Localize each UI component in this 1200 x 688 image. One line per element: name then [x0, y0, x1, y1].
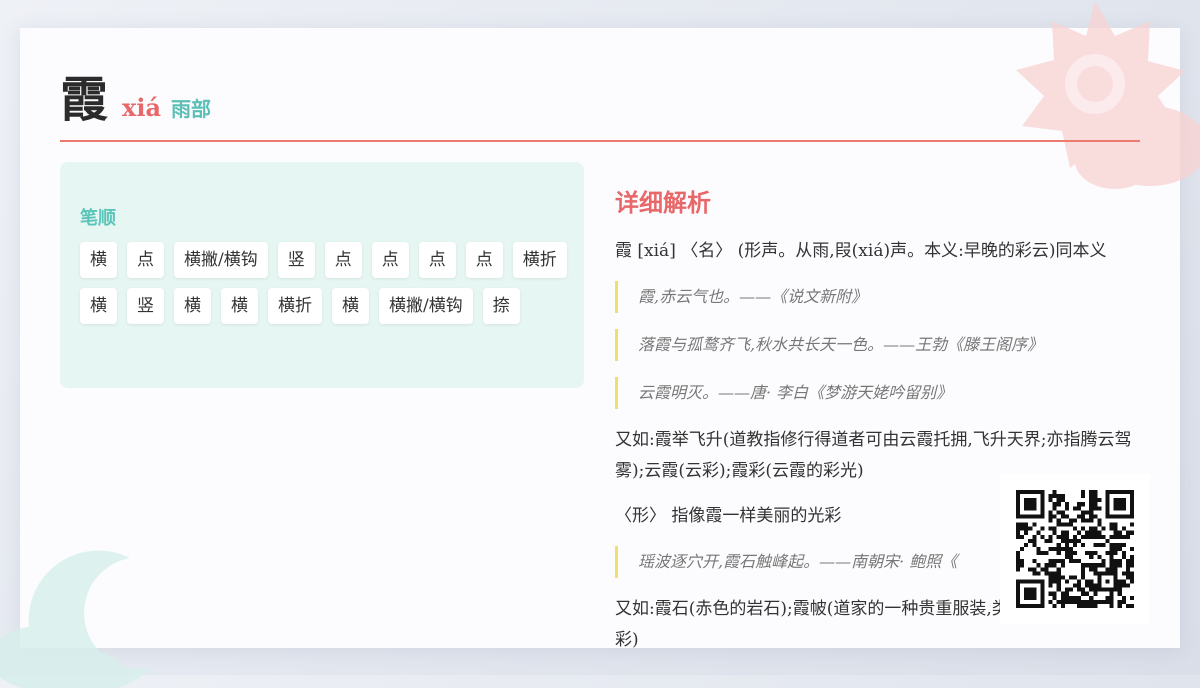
- stroke-chip: 竖: [277, 242, 315, 278]
- stroke-chip: 横折: [512, 242, 567, 278]
- stroke-order-panel: 笔顺 横 点 横撇/横钩 竖 点 点 点 点 横折 横 竖 横 横 横折 横 横…: [60, 162, 584, 388]
- stroke-chip: 横折: [268, 288, 322, 324]
- header-divider: [60, 140, 1140, 142]
- definition-noun: 霞 [xiá] 〈名〉 (形声。从雨,叚(xiá)声。本义:早晚的彩云)同本义: [615, 241, 1107, 261]
- stroke-chip: 横撇/横钩: [379, 288, 473, 324]
- stroke-chip: 点: [324, 242, 362, 278]
- stroke-list: 横 点 横撇/横钩 竖 点 点 点 点 横折 横 竖 横 横 横折 横 横撇/横…: [80, 242, 580, 324]
- quote-line: 云霞明灭。——唐· 李白《梦游天姥吟留别》: [615, 377, 1135, 409]
- moon-cloud-decoration-icon: [0, 550, 150, 688]
- character-radical: 雨部: [171, 97, 211, 121]
- character-pinyin: xiá: [122, 93, 161, 122]
- stroke-chip: 横: [221, 288, 258, 324]
- character-header: 霞 xiá 雨部: [60, 72, 211, 128]
- stroke-chip: 横撇/横钩: [174, 242, 268, 278]
- stroke-chip: 捺: [482, 288, 520, 324]
- stroke-chip: 横: [80, 242, 117, 278]
- stroke-order-title: 笔顺: [80, 208, 116, 229]
- qr-code-icon: [1016, 490, 1134, 608]
- stroke-chip: 点: [371, 242, 409, 278]
- qr-code: [1000, 474, 1150, 624]
- detail-title: 详细解析: [615, 188, 711, 217]
- stroke-chip: 横: [174, 288, 211, 324]
- stroke-chip: 点: [418, 242, 456, 278]
- stroke-chip: 横: [80, 288, 117, 324]
- stroke-chip: 点: [465, 242, 503, 278]
- stroke-chip: 点: [127, 242, 164, 278]
- stroke-chip: 横: [332, 288, 369, 324]
- sun-cloud-decoration-icon: [1016, 1, 1200, 189]
- quote-line: 霞,赤云气也。——《说文新附》: [615, 281, 1135, 313]
- quote-line: 落霞与孤鹜齐飞,秋水共长天一色。——王勃《滕王阁序》: [615, 329, 1135, 361]
- stroke-chip: 竖: [127, 288, 164, 324]
- character-title: 霞: [60, 72, 109, 128]
